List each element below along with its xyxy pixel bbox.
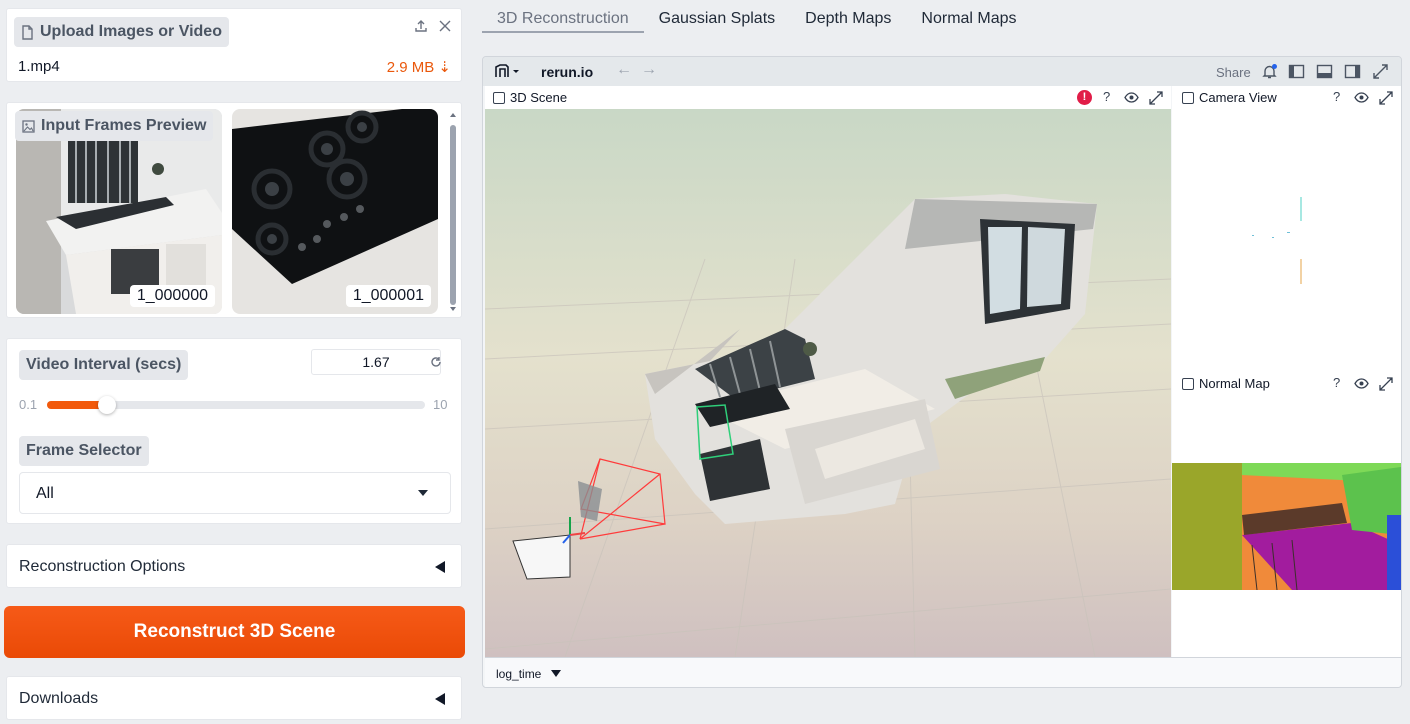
- tab-camera-view[interactable]: Camera View: [1176, 86, 1283, 109]
- right-panel-icon[interactable]: [1344, 63, 1361, 80]
- eye-icon[interactable]: [1354, 92, 1369, 103]
- normal-map-viewport[interactable]: [1172, 395, 1401, 657]
- upload-label: Upload Images or Video: [14, 17, 229, 47]
- slider-handle[interactable]: [97, 396, 116, 414]
- expand-icon[interactable]: [1149, 91, 1163, 105]
- view-2d-icon: [1182, 377, 1194, 390]
- file-size[interactable]: 2.9 MB ⇣: [387, 58, 451, 76]
- file-name[interactable]: 1.mp4: [18, 58, 60, 75]
- eye-icon[interactable]: [1124, 92, 1139, 103]
- scene-pane-header: 3D Scene ! ?: [485, 86, 1171, 109]
- camera-pane-header: Camera View ?: [1172, 86, 1401, 109]
- scene-3d-viewport[interactable]: [485, 109, 1171, 657]
- normal-tab-label: Normal Map: [1199, 376, 1270, 391]
- frames-preview-panel: Input Frames Preview 1_000000 1_000001: [6, 102, 462, 318]
- expand-icon[interactable]: [1379, 91, 1393, 105]
- frame-selector-dropdown[interactable]: All: [19, 472, 451, 514]
- warning-icon[interactable]: !: [1077, 90, 1092, 105]
- downloads-accordion[interactable]: Downloads: [6, 676, 462, 720]
- eye-icon[interactable]: [1354, 378, 1369, 389]
- normal-pane-header: Normal Map ?: [1172, 372, 1401, 395]
- file-icon: [22, 24, 33, 40]
- frames-preview-label-text: Input Frames Preview: [41, 117, 207, 134]
- help-icon[interactable]: ?: [1333, 89, 1340, 104]
- bell-icon[interactable]: [1261, 63, 1278, 80]
- caret-left-icon: [435, 561, 445, 573]
- frame-selector-value: All: [36, 485, 54, 502]
- help-icon[interactable]: ?: [1333, 375, 1340, 390]
- slider-min: 0.1: [19, 397, 38, 412]
- frame-caption: 1_000000: [129, 285, 215, 307]
- rerun-viewer: rerun.io ← → Share 3D Scene ! ? Camera V…: [482, 56, 1402, 688]
- tab-gaussian-splats[interactable]: Gaussian Splats: [644, 0, 791, 33]
- help-icon[interactable]: ?: [1103, 89, 1110, 104]
- caret-left-icon: [435, 693, 445, 705]
- frame-selector-label: Frame Selector: [19, 436, 149, 466]
- reconstruction-options-label: Reconstruction Options: [19, 558, 186, 575]
- camera-tab-label: Camera View: [1199, 90, 1277, 105]
- normal-map-image: [1172, 463, 1401, 591]
- video-interval-input[interactable]: 1.67: [311, 349, 441, 375]
- tab-depth-maps[interactable]: Depth Maps: [790, 0, 906, 33]
- frame-caption: 1_000001: [345, 285, 431, 307]
- view-2d-icon: [1182, 91, 1194, 104]
- side-views: Camera View ? Normal Map ?: [1172, 86, 1401, 657]
- reconstruct-button[interactable]: Reconstruct 3D Scene: [4, 606, 465, 658]
- preview-scrollbar-thumb[interactable]: [450, 125, 456, 305]
- reconstruction-options-accordion[interactable]: Reconstruction Options: [6, 544, 462, 588]
- rerun-logo-icon[interactable]: [495, 64, 521, 78]
- video-interval-slider[interactable]: [47, 396, 425, 414]
- close-icon[interactable]: [434, 15, 456, 37]
- upload-icon[interactable]: [410, 15, 432, 37]
- camera-projection-render: [1252, 197, 1302, 284]
- downloads-label: Downloads: [19, 690, 99, 707]
- fullscreen-icon[interactable]: [1372, 63, 1389, 80]
- slider-max: 10: [433, 397, 448, 412]
- upload-panel[interactable]: Upload Images or Video 1.mp4 2.9 MB ⇣: [6, 8, 462, 82]
- upload-label-text: Upload Images or Video: [40, 23, 222, 40]
- timeline-selector[interactable]: log_time: [496, 667, 541, 681]
- arrow-right-icon[interactable]: →: [641, 61, 657, 79]
- main-tabs: 3D Reconstruction Gaussian Splats Depth …: [482, 0, 1032, 34]
- arrow-left-icon[interactable]: ←: [616, 61, 632, 79]
- app-title: rerun.io: [541, 64, 594, 80]
- camera-view-viewport[interactable]: [1172, 109, 1401, 371]
- stovetop-frame-image: [232, 109, 438, 314]
- tab-3d-scene[interactable]: 3D Scene: [487, 86, 573, 109]
- frames-preview-label: Input Frames Preview: [15, 111, 214, 141]
- left-panel-icon[interactable]: [1288, 63, 1305, 80]
- image-icon: [22, 119, 35, 133]
- reset-icon[interactable]: [425, 351, 447, 373]
- chevron-down-icon: [418, 490, 428, 496]
- expand-icon[interactable]: [1379, 377, 1393, 391]
- chevron-down-icon[interactable]: [551, 670, 561, 677]
- timeline-bar[interactable]: log_time: [485, 657, 1401, 687]
- video-interval-label: Video Interval (secs): [19, 350, 189, 380]
- frame-thumbnail[interactable]: 1_000001: [232, 109, 438, 314]
- tab-normal-maps[interactable]: Normal Maps: [906, 0, 1031, 33]
- bottom-panel-icon[interactable]: [1316, 63, 1333, 80]
- share-button[interactable]: Share: [1216, 65, 1251, 80]
- tab-3d-reconstruction[interactable]: 3D Reconstruction: [482, 0, 644, 33]
- scene-tab-label: 3D Scene: [510, 90, 568, 105]
- tab-normal-map[interactable]: Normal Map: [1176, 372, 1276, 395]
- viewer-toolbar: rerun.io ← → Share: [483, 57, 1401, 86]
- view-3d-icon: [493, 91, 505, 104]
- settings-panel: Video Interval (secs) 1.67 0.1 10 Frame …: [6, 338, 462, 524]
- point-cloud-render: [485, 194, 1171, 657]
